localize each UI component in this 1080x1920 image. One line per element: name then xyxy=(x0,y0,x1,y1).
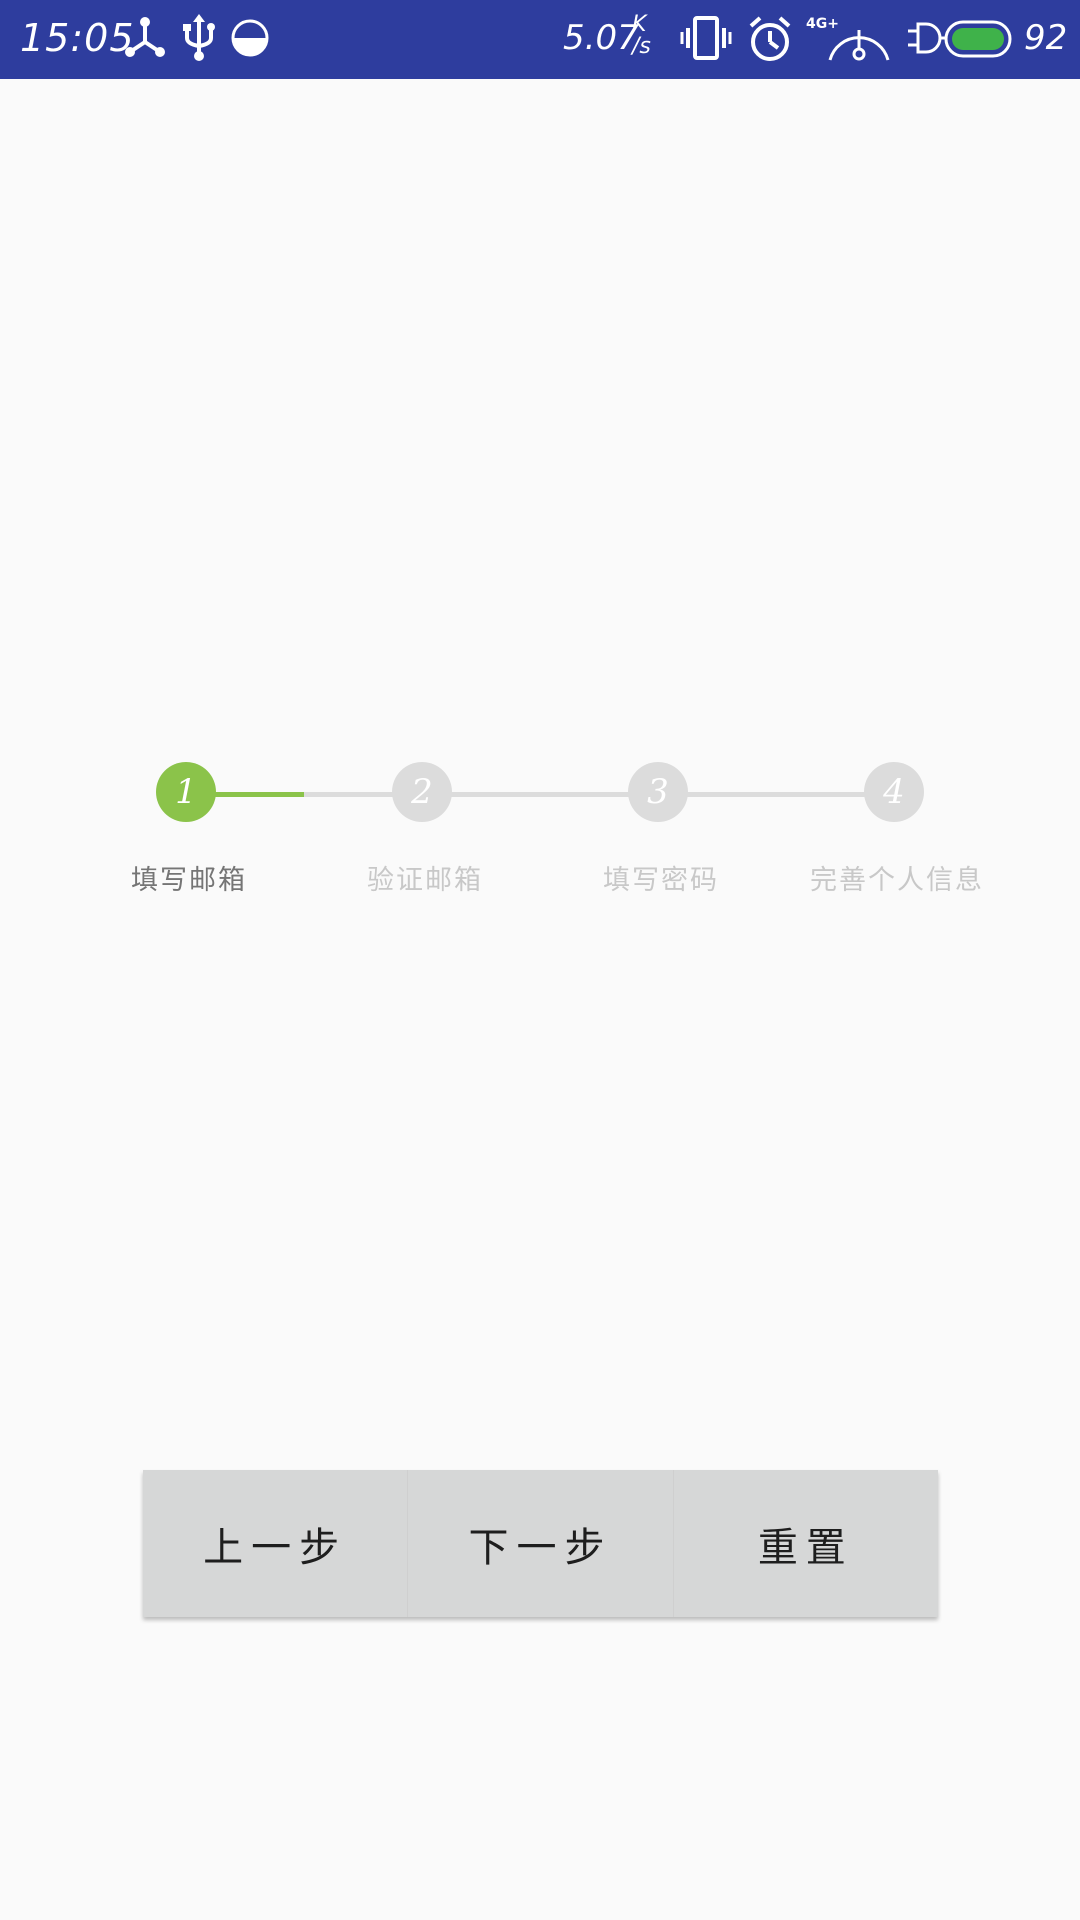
net-speed: 5.07 xyxy=(563,18,639,58)
usb-icon xyxy=(182,14,216,66)
status-time: 15:05 xyxy=(20,16,135,60)
step-2-circle: 2 xyxy=(392,762,452,822)
step-3-label: 填写密码 xyxy=(603,865,719,896)
step-4-label: 完善个人信息 xyxy=(810,865,984,896)
charging-icon xyxy=(906,14,946,66)
step-1-label: 填写邮箱 xyxy=(131,865,247,896)
data-saver-icon xyxy=(230,14,270,64)
next-step-button[interactable]: 下一步 xyxy=(408,1470,674,1617)
net-speed-unit-bottom: /s xyxy=(632,34,651,59)
step-4-circle: 4 xyxy=(864,762,924,822)
alarm-icon xyxy=(748,14,792,68)
step-3-circle: 3 xyxy=(628,762,688,822)
step-2-label: 验证邮箱 xyxy=(367,865,483,896)
status-bar: 15:05 5.07 K /s 4G+ 92 xyxy=(0,0,1080,79)
vibrate-icon xyxy=(680,14,732,66)
share-icon xyxy=(124,14,166,64)
prev-step-button[interactable]: 上一步 xyxy=(143,1470,409,1617)
button-bar: 上一步 下一步 重置 xyxy=(143,1470,938,1617)
step-indicator: 1 2 3 4 填写邮箱 验证邮箱 填写密码 完善个人信息 xyxy=(0,762,1080,902)
battery-icon xyxy=(944,20,1012,62)
net-speed-unit: K /s xyxy=(632,14,651,58)
signal-icon xyxy=(826,14,892,68)
reset-button[interactable]: 重置 xyxy=(674,1470,938,1617)
step-line-progress xyxy=(215,792,304,797)
step-1-circle: 1 xyxy=(156,762,216,822)
battery-level: 92 xyxy=(1024,18,1068,58)
